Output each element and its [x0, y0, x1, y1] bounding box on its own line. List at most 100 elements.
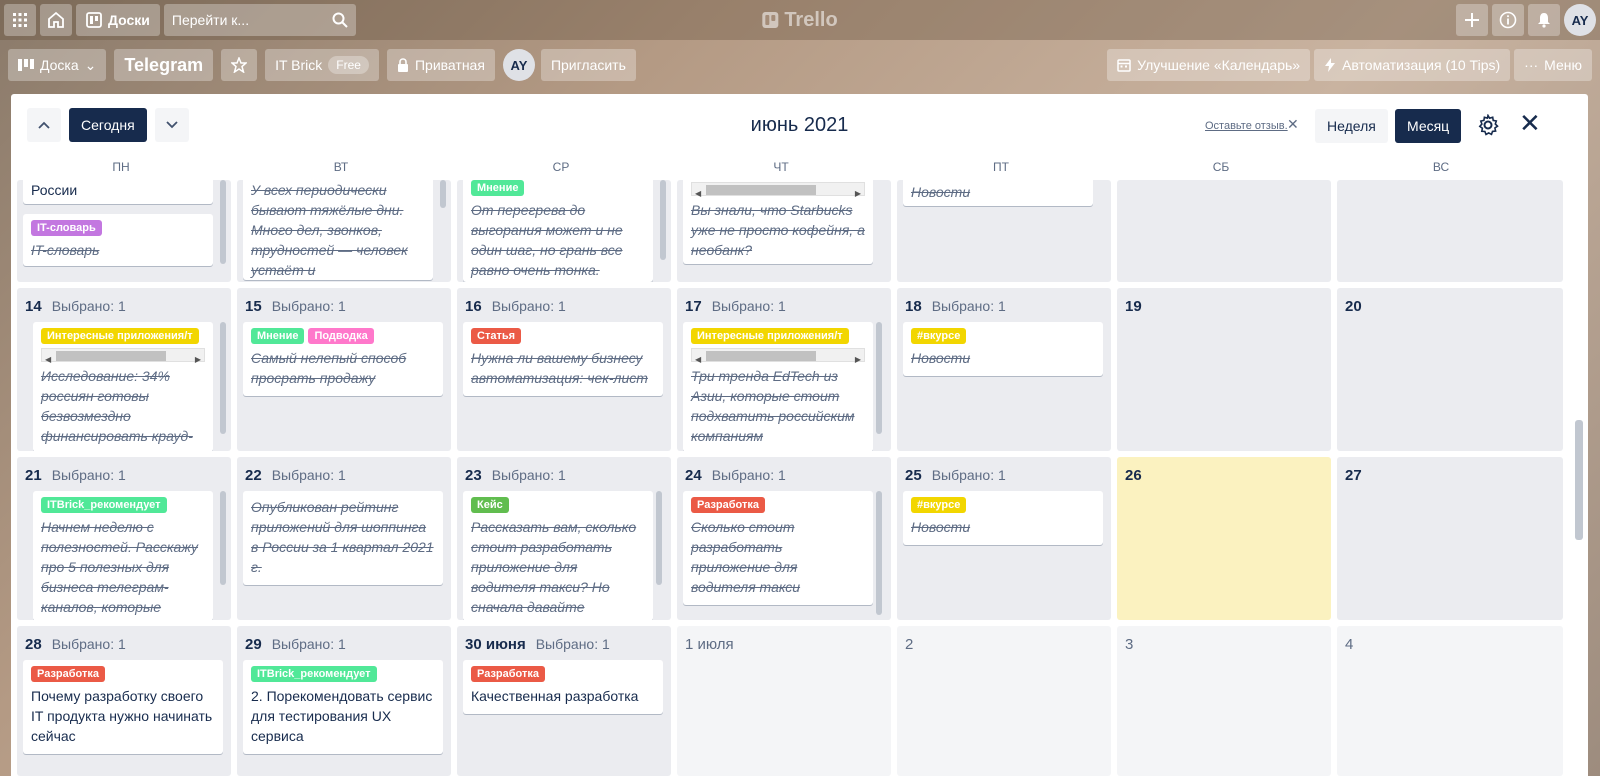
feedback-link[interactable]: Оставьте отзыв.	[1205, 120, 1288, 132]
close-calendar-button[interactable]: ✕	[1519, 110, 1541, 136]
selected-count: Выбрано: 1	[711, 298, 786, 314]
card[interactable]: Разработка Сколько стоит разработать при…	[683, 491, 873, 605]
scrollbar[interactable]	[656, 491, 662, 585]
scrollbar[interactable]	[220, 180, 226, 264]
board-view-switcher[interactable]: Доска ⌄	[8, 49, 107, 81]
day-cell-30[interactable]: 30 июня Выбрано: 1 Разработка Качественна…	[457, 626, 671, 776]
close-icon[interactable]: ✕	[1287, 116, 1299, 133]
scrollbar[interactable]	[440, 180, 446, 208]
day-cell-18[interactable]: 18 Выбрано: 1 #вкурсе Новости	[897, 288, 1111, 451]
selected-count: Выбрано: 1	[931, 467, 1006, 483]
star-button[interactable]	[221, 49, 258, 81]
workspace-button[interactable]: IT Brick Free	[265, 49, 379, 81]
card[interactable]: Опубликован рейтинг приложений для шоппи…	[243, 491, 443, 585]
day-cell-jul-1[interactable]: 1 июля	[677, 626, 891, 776]
trello-logo[interactable]: Trello	[762, 9, 838, 32]
week-view-button[interactable]: Неделя	[1315, 109, 1388, 143]
day-cell-jul-3[interactable]: 3	[1117, 626, 1331, 776]
page-scrollbar[interactable]	[1575, 420, 1583, 540]
card-title: Новости	[911, 350, 971, 366]
card-title: От перегрева до выгорания может и не оди…	[471, 202, 623, 278]
horizontal-scrollbar[interactable]: ◀ ▶	[691, 182, 865, 198]
scrollbar[interactable]	[660, 180, 666, 260]
day-cell-28[interactable]: 28 Выбрано: 1 Разработка Почему разработк…	[17, 626, 231, 776]
search-input[interactable]: Перейти к...	[163, 4, 356, 36]
calendar-powerup-button[interactable]: Улучшение «Календарь»	[1107, 49, 1311, 81]
day-number: 14	[25, 298, 42, 315]
card[interactable]: ITBrick_рекомендует Начнем неделю с поле…	[33, 491, 213, 620]
day-cell-22[interactable]: 22 Выбрано: 1 Опубликован рейтинг приложе…	[237, 457, 451, 620]
card[interactable]: #вкурсе Новости	[903, 322, 1103, 376]
apps-grid-button[interactable]	[4, 4, 36, 36]
day-cell[interactable]	[1337, 180, 1563, 282]
day-cell[interactable]	[1117, 180, 1331, 282]
month-view-button[interactable]: Месяц	[1395, 109, 1462, 143]
day-cell-21[interactable]: 21 Выбрано: 1 ITBrick_рекомендует Начнем …	[17, 457, 231, 620]
card[interactable]: Новости	[903, 180, 1093, 206]
day-cell-16[interactable]: 16 Выбрано: 1 Статья Нужна ли вашему бизн…	[457, 288, 671, 451]
scrollbar[interactable]	[876, 322, 882, 434]
scrollbar[interactable]	[876, 491, 882, 615]
home-button[interactable]	[40, 4, 72, 36]
day-cell[interactable]: Мнение От перегрева до выгорания может и…	[457, 180, 671, 282]
day-cell-29[interactable]: 29 Выбрано: 1 ITBrick_рекомендует 2. Поре…	[237, 626, 451, 776]
card[interactable]: У всех периодически бывают тяжёлые дни. …	[243, 180, 433, 280]
workspace-name: IT Brick	[275, 57, 323, 73]
card[interactable]: ◀ ▶ Вы знали, что Starbucks уже не просто…	[683, 180, 873, 264]
card[interactable]: Интересные приложения/т ◀ ▶ Три тренда Ed…	[683, 322, 873, 451]
card-label: ITBrick_рекомендует	[41, 497, 167, 513]
selected-count: Выбрано: 1	[491, 298, 566, 314]
card[interactable]: IT-словарь IT-словарь	[23, 214, 213, 266]
user-avatar[interactable]: AY	[1564, 4, 1596, 36]
card-title: Новости	[911, 519, 971, 535]
day-cell[interactable]: У всех периодически бывают тяжёлые дни. …	[237, 180, 451, 282]
horizontal-scrollbar[interactable]: ◀ ▶	[41, 348, 205, 364]
day-cell[interactable]: ◀ ▶ Вы знали, что Starbucks уже не просто…	[677, 180, 891, 282]
card-title: Сколько стоит разработать приложение для…	[691, 519, 801, 595]
scrollbar[interactable]	[220, 322, 226, 434]
card-title: Рассказать вам, сколько стоит разработат…	[471, 519, 637, 615]
card[interactable]: #вкурсе Новости	[903, 491, 1103, 545]
day-cell-25[interactable]: 25 Выбрано: 1 #вкурсе Новости	[897, 457, 1111, 620]
card[interactable]: Разработка Почему разработку своего IT п…	[23, 660, 223, 754]
day-cell-jul-2[interactable]: 2	[897, 626, 1111, 776]
notifications-button[interactable]	[1528, 4, 1560, 36]
day-cell[interactable]: России IT-словарь IT-словарь	[17, 180, 231, 282]
privacy-button[interactable]: Приватная	[386, 49, 495, 81]
day-cell-19[interactable]: 19	[1117, 288, 1331, 451]
card[interactable]: Разработка Качественная разработка	[463, 660, 663, 714]
card[interactable]: ITBrick_рекомендует 2. Порекомендовать с…	[243, 660, 443, 754]
day-cell-26-today[interactable]: 26	[1117, 457, 1331, 620]
settings-button[interactable]	[1477, 113, 1499, 141]
boards-button[interactable]: Доски	[76, 4, 160, 36]
menu-button[interactable]: ··· Меню	[1514, 49, 1592, 81]
card-label: Статья	[471, 328, 522, 344]
calendar-toolbar: Сегодня июнь 2021 Оставьте отзыв. ✕ Неде…	[11, 94, 1588, 156]
card[interactable]: Мнение От перегрева до выгорания может и…	[463, 180, 653, 282]
day-cell[interactable]: Новости	[897, 180, 1111, 282]
day-cell-20[interactable]: 20	[1337, 288, 1563, 451]
card[interactable]: Статья Нужна ли вашему бизнесу автоматиз…	[463, 322, 663, 396]
day-cell-27[interactable]: 27	[1337, 457, 1563, 620]
day-cell-17[interactable]: 17 Выбрано: 1 Интересные приложения/т ◀ ▶ …	[677, 288, 891, 451]
day-cell-23[interactable]: 23 Выбрано: 1 Кейс Рассказать вам, скольк…	[457, 457, 671, 620]
horizontal-scrollbar[interactable]: ◀ ▶	[691, 348, 865, 364]
invite-button[interactable]: Пригласить	[540, 49, 636, 81]
info-button[interactable]	[1492, 4, 1524, 36]
create-button[interactable]	[1456, 4, 1488, 36]
day-cell-14[interactable]: 14 Выбрано: 1 Интересные приложения/т ◀ ▶ …	[17, 288, 231, 451]
card[interactable]: Кейс Рассказать вам, сколько стоит разра…	[463, 491, 653, 620]
day-number: 23	[465, 467, 482, 484]
automation-button[interactable]: Автоматизация (10 Tips)	[1314, 49, 1511, 81]
card[interactable]: России	[23, 180, 213, 204]
day-cell-15[interactable]: 15 Выбрано: 1 Мнение Подводка Самый нелеп…	[237, 288, 451, 451]
board-title[interactable]: Telegram	[114, 49, 214, 81]
card[interactable]: Интересные приложения/т ◀ ▶ Исследование:…	[33, 322, 213, 451]
scrollbar[interactable]	[220, 491, 226, 585]
day-number: 26	[1125, 467, 1142, 484]
card-title: Исследование: 34% россиян готовы безвозм…	[41, 368, 193, 444]
day-cell-24[interactable]: 24 Выбрано: 1 Разработка Сколько стоит ра…	[677, 457, 891, 620]
day-cell-jul-4[interactable]: 4	[1337, 626, 1563, 776]
card[interactable]: Мнение Подводка Самый нелепый способ про…	[243, 322, 443, 396]
member-avatar[interactable]: AY	[502, 49, 535, 81]
